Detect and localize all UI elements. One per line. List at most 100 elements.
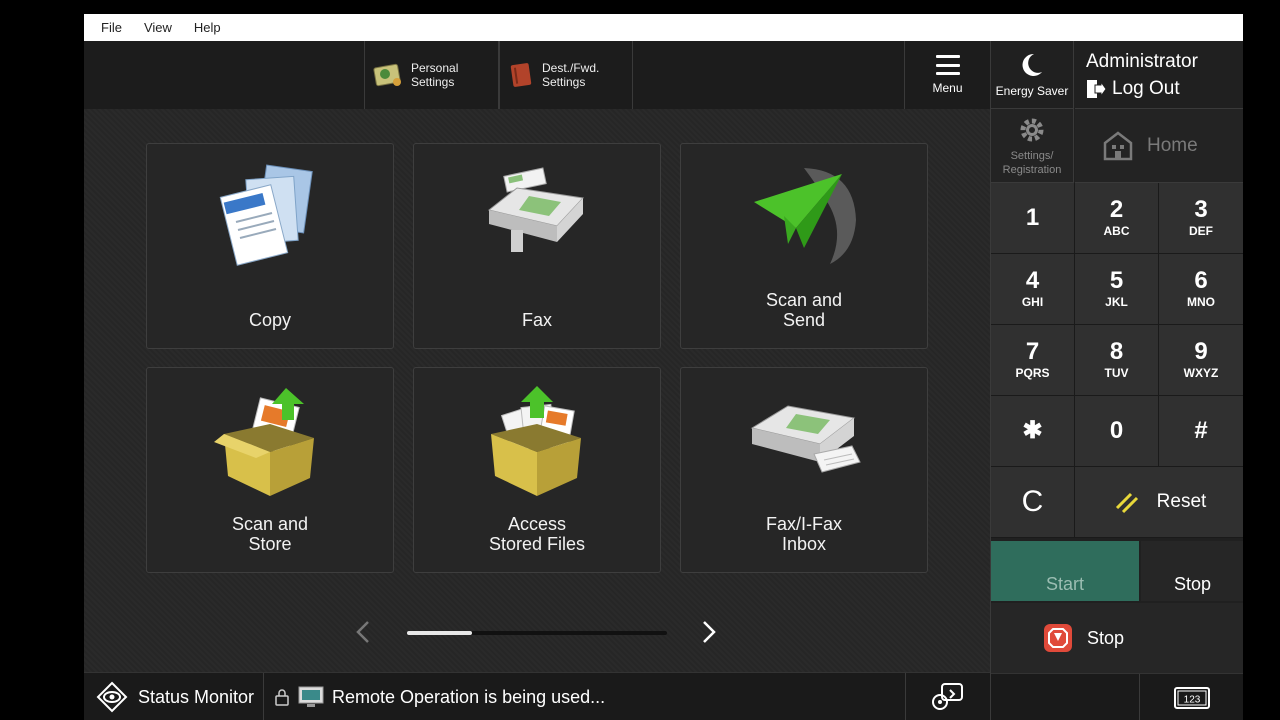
settings-registration-button[interactable]: Settings/ Registration	[991, 109, 1074, 183]
access-stored-files-tile[interactable]: Access Stored Files	[413, 367, 661, 573]
key-digit: 9	[1194, 338, 1208, 365]
page-scroll-track[interactable]	[407, 631, 667, 635]
key-digit: 5	[1109, 267, 1124, 294]
page-scroll-thumb[interactable]	[407, 631, 472, 635]
menu-help[interactable]: Help	[194, 20, 221, 35]
side-panel: Energy Saver Administrator Log Out Setti…	[990, 41, 1243, 720]
stored-files-box-icon	[491, 386, 581, 496]
status-monitor-icon	[96, 681, 128, 713]
page-navigation	[84, 612, 990, 652]
key-1[interactable]: 1	[991, 183, 1075, 254]
copy-icon	[219, 164, 313, 266]
start-button[interactable]: Start	[991, 541, 1139, 601]
personal-settings-label: Personal Settings	[411, 61, 459, 89]
monitor-icon	[298, 686, 324, 707]
key-9[interactable]: 9 WXYZ	[1159, 325, 1243, 396]
log-out-button[interactable]: Log Out	[1086, 78, 1243, 100]
key-3[interactable]: 3 DEF	[1159, 183, 1243, 254]
fax-ifax-inbox-tile[interactable]: Fax/I-Fax Inbox	[680, 367, 928, 573]
key-letters: PQRS	[1015, 366, 1050, 380]
key-letters: WXYZ	[1183, 366, 1219, 380]
key-digit: 0	[1109, 417, 1124, 444]
access-stored-files-label: Access Stored Files	[488, 514, 586, 554]
fax-icon	[487, 167, 585, 252]
reset-icon	[1115, 492, 1138, 514]
keyboard-icon-text: 123	[1184, 694, 1201, 705]
key-digit: 2	[1109, 196, 1124, 223]
copy-label: Copy	[248, 310, 292, 330]
bottom-right-bar: 123	[991, 673, 1243, 720]
personal-settings-icon	[373, 63, 401, 87]
key-letters: JKL	[1105, 295, 1128, 309]
key-0[interactable]: 0	[1075, 396, 1159, 467]
settings-registration-label: Settings/ Registration	[1002, 149, 1062, 176]
key-digit: #	[1194, 417, 1208, 444]
menu-view[interactable]: View	[144, 20, 172, 35]
scan-and-send-tile[interactable]: Scan and Send	[680, 143, 928, 349]
function-grid: Copy Fax Scan and Send Scan and Store Ac…	[84, 109, 990, 672]
key-digit: ✱	[1022, 417, 1043, 444]
scan-store-box-icon	[214, 388, 314, 496]
key-digit: 6	[1194, 267, 1208, 294]
paper-plane-icon	[754, 168, 856, 264]
stop-button[interactable]: Stop	[1141, 541, 1243, 601]
remote-link-icon	[932, 683, 963, 710]
chevron-right-icon[interactable]	[696, 618, 720, 646]
log-out-icon	[1087, 80, 1106, 98]
home-icon	[1103, 130, 1133, 160]
key-5[interactable]: 5 JKL	[1075, 254, 1159, 325]
key-7[interactable]: 7 PQRS	[991, 325, 1075, 396]
chevron-left-icon[interactable]	[352, 618, 376, 646]
lock-icon	[275, 689, 289, 706]
menu-bar: File View Help	[84, 14, 1243, 41]
fax-inbox-icon	[750, 405, 861, 473]
remote-operation-button[interactable]	[905, 673, 990, 720]
stop-icon	[1044, 624, 1072, 652]
log-out-label: Log Out	[1112, 78, 1180, 99]
clear-button[interactable]: C	[991, 467, 1075, 538]
status-monitor-button[interactable]: Status Monitor	[84, 673, 264, 720]
key-letters: TUV	[1104, 366, 1129, 380]
keyboard-icon: 123	[1174, 686, 1210, 709]
copy-tile[interactable]: Copy	[146, 143, 394, 349]
numeric-keypad: 1 2 ABC 3 DEF 4 GHI 5 JKL 6 MNO 7 PQRS 8 TUV 9W…	[991, 183, 1243, 539]
reset-button[interactable]: Reset	[1075, 467, 1243, 538]
remote-operation-status: Remote Operation is being used...	[274, 673, 605, 720]
stop-large-label: Stop	[1087, 627, 1125, 648]
fax-tile[interactable]: Fax	[413, 143, 661, 349]
main-panel: Personal Settings Dest./Fwd. Settings Me…	[84, 41, 990, 720]
key-2[interactable]: 2 ABC	[1075, 183, 1159, 254]
scan-and-send-label: Scan and Send	[765, 290, 843, 330]
status-monitor-label: Status Monitor	[138, 686, 255, 707]
personal-settings-button[interactable]: Personal Settings	[364, 41, 499, 109]
menu-button[interactable]: Menu	[904, 41, 990, 109]
top-bar: Personal Settings Dest./Fwd. Settings Me…	[84, 41, 990, 109]
menu-file[interactable]: File	[101, 20, 122, 35]
home-label: Home	[1147, 134, 1198, 156]
dest-fwd-settings-label: Dest./Fwd. Settings	[542, 61, 600, 89]
scan-and-store-tile[interactable]: Scan and Store	[146, 367, 394, 573]
stop-large-button[interactable]: Stop	[991, 603, 1243, 673]
printer-remote-ui: File View Help Personal Settings Dest./F…	[84, 14, 1243, 720]
dest-fwd-settings-button[interactable]: Dest./Fwd. Settings	[499, 41, 633, 109]
gear-icon	[1020, 118, 1044, 141]
home-button[interactable]: Home	[1075, 109, 1243, 183]
key-digit: 4	[1025, 267, 1040, 294]
remote-operation-message: Remote Operation is being used...	[332, 686, 606, 707]
moon-icon	[1022, 53, 1042, 76]
key-digit: 3	[1194, 196, 1208, 223]
key-6[interactable]: 6 MNO	[1159, 254, 1243, 325]
key-letters: DEF	[1189, 224, 1213, 238]
key-asterisk[interactable]: ✱	[991, 396, 1075, 467]
key-digit: 8	[1109, 338, 1124, 365]
key-hash[interactable]: #	[1159, 396, 1243, 467]
numeric-keyboard-button[interactable]: 123	[1139, 674, 1243, 720]
energy-saver-button[interactable]: Energy Saver	[991, 41, 1074, 109]
key-letters: GHI	[1021, 295, 1044, 309]
key-8[interactable]: 8 TUV	[1075, 325, 1159, 396]
key-letters: MNO	[1187, 295, 1215, 309]
key-4[interactable]: 4 GHI	[991, 254, 1075, 325]
hamburger-icon	[935, 55, 960, 75]
account-name: Administrator	[1086, 51, 1198, 72]
account-area: Administrator Log Out	[1075, 41, 1243, 109]
